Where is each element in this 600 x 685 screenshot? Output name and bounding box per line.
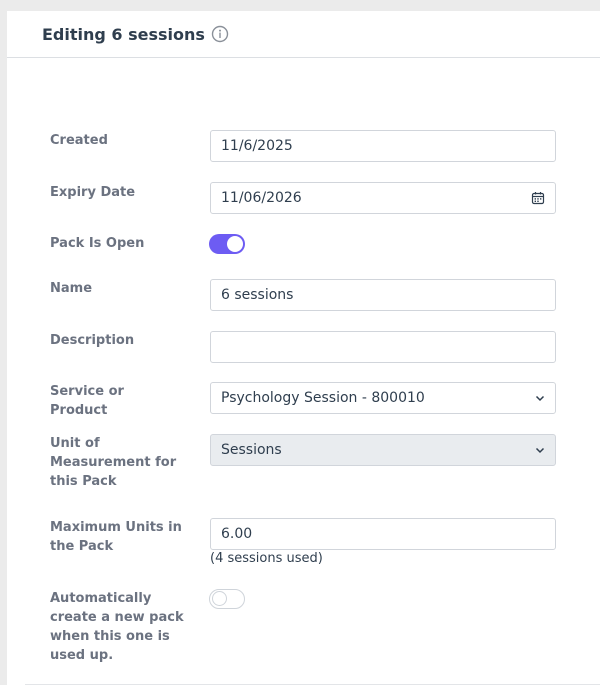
toggle-knob: [212, 591, 227, 606]
edit-pack-panel: Editing 6 sessions Created 11/6/2025 Exp…: [7, 11, 600, 685]
created-field[interactable]: 11/6/2025: [210, 130, 556, 162]
unit-select[interactable]: Sessions: [210, 434, 556, 466]
name-value: 6 sessions: [221, 287, 294, 303]
max-units-value: 6.00: [221, 526, 253, 542]
name-label: Name: [50, 281, 93, 296]
expiry-date-value: 11/06/2026: [221, 190, 302, 206]
expiry-date-label: Expiry Date: [50, 185, 136, 200]
calendar-icon[interactable]: [531, 191, 545, 205]
units-used-hint: (4 sessions used): [210, 551, 323, 566]
max-units-label: Maximum Units in the Pack: [50, 520, 182, 554]
toggle-knob: [227, 236, 243, 252]
description-label: Description: [50, 333, 135, 348]
auto-create-label: Automatically create a new pack when thi…: [50, 591, 184, 663]
description-input[interactable]: [210, 331, 556, 363]
service-label: Service or Product: [50, 384, 124, 418]
service-value: Psychology Session - 800010: [221, 390, 425, 406]
max-units-input[interactable]: 6.00: [210, 518, 556, 550]
info-icon[interactable]: [211, 25, 229, 43]
panel-header: Editing 6 sessions: [7, 11, 600, 58]
service-select[interactable]: Psychology Session - 800010: [210, 382, 556, 414]
chevron-down-icon: [535, 445, 545, 455]
unit-label: Unit of Measurement for this Pack: [50, 436, 177, 489]
chevron-down-icon: [535, 393, 545, 403]
pack-open-toggle[interactable]: [209, 234, 245, 254]
name-input[interactable]: 6 sessions: [210, 279, 556, 311]
page-title: Editing 6 sessions: [42, 24, 205, 44]
created-value: 11/6/2025: [221, 138, 293, 154]
expiry-date-field[interactable]: 11/06/2026: [210, 182, 556, 214]
created-label: Created: [50, 133, 108, 148]
unit-value: Sessions: [221, 442, 282, 458]
pack-open-label: Pack Is Open: [50, 236, 145, 251]
auto-create-toggle[interactable]: [209, 589, 245, 609]
